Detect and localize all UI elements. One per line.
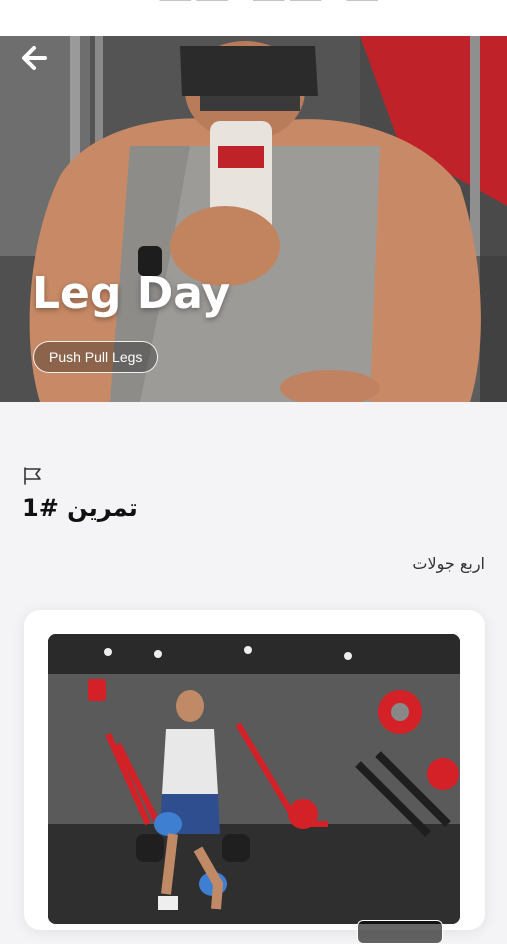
rounds-label: اربع جولات [412, 554, 485, 573]
flag-icon [24, 467, 41, 485]
back-button[interactable] [16, 40, 52, 76]
cropped-header-fragment: ▀▀ ▀▀ ▀ [160, 0, 384, 24]
workout-title: Leg Day [32, 268, 231, 319]
exercise-title: تمرين #1 [22, 494, 138, 522]
program-tag[interactable]: Push Pull Legs [33, 341, 159, 373]
hero-image: Leg Day Push Pull Legs [0, 36, 507, 402]
video-badge [357, 920, 443, 944]
arrow-left-icon [22, 46, 47, 70]
exercise-card[interactable] [24, 610, 485, 944]
gym-lunge-illustration [48, 634, 460, 924]
exercise-video-thumbnail[interactable] [48, 634, 460, 924]
top-strip: ▀▀ ▀▀ ▀ [0, 0, 507, 36]
